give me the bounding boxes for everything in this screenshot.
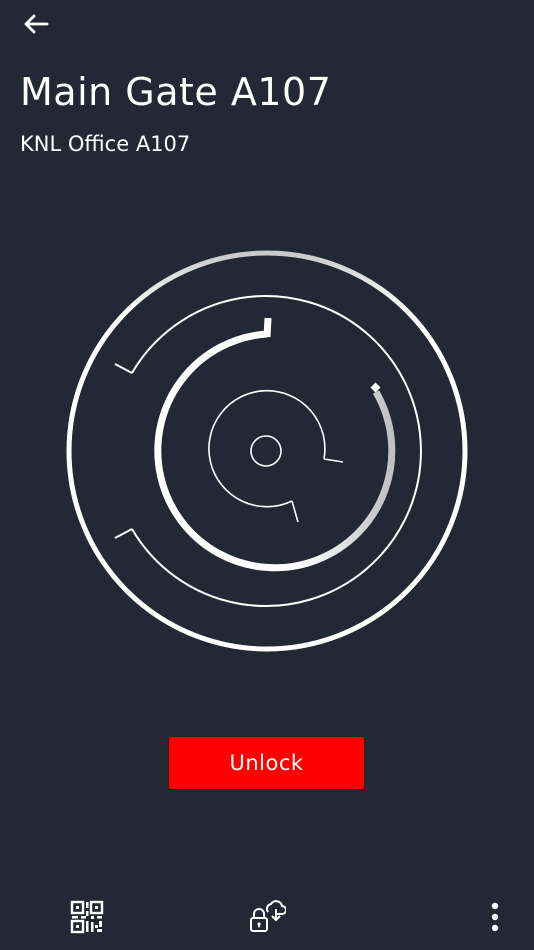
third-ring (154, 330, 396, 572)
more-options-button[interactable] (480, 896, 510, 938)
bottom-toolbar (0, 880, 534, 950)
page-subtitle: KNL Office A107 (20, 132, 191, 156)
center-ring (250, 435, 282, 467)
second-ring (131, 295, 422, 607)
lock-cloud-sync-icon (250, 900, 286, 932)
qr-code-icon (70, 900, 104, 934)
outer-ring (66, 250, 468, 652)
app-screen: Main Gate A107 KNL Office A107 Unlock (0, 0, 534, 950)
unlock-button[interactable]: Unlock (169, 737, 364, 789)
back-button[interactable] (14, 6, 58, 42)
qr-code-button[interactable] (66, 896, 108, 938)
lock-sync-button[interactable] (242, 896, 290, 938)
more-vertical-icon (491, 902, 499, 932)
lock-rings-graphic (66, 250, 468, 652)
page-title: Main Gate A107 (20, 70, 332, 114)
arrow-left-icon (24, 14, 49, 34)
fourth-ring (208, 389, 326, 508)
